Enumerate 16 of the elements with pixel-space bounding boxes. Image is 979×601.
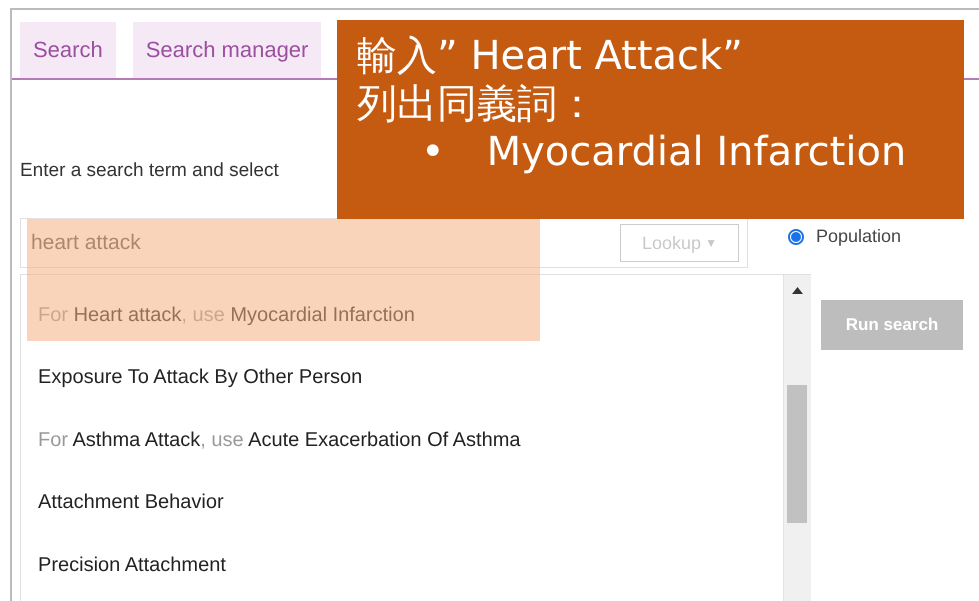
instruction-text: Enter a search term and select [20,160,280,182]
scroll-up-icon[interactable] [792,287,803,294]
suggestion-item[interactable]: For Asthma Attack, use Acute Exacerbation Of Asthma [38,428,520,452]
suggestion-item[interactable]: Exposure To Attack By Other Person [38,366,362,390]
suggestion-item[interactable]: Attachment Behavior [38,491,224,514]
scrollbar-thumb[interactable] [787,385,807,523]
tab[interactable]: Search [20,22,116,78]
callout-text: Myocardial Infarction [486,128,906,176]
radio-button[interactable] [788,228,804,244]
radio-label: Population [816,226,902,247]
bullet-icon: • [421,128,445,176]
scrollbar[interactable] [783,275,811,601]
callout-text: 列出同義詞： [357,80,598,128]
callout-text: 輸入” Heart Attack” [357,32,744,80]
tab[interactable]: Search manager [132,22,322,78]
suggestion-item[interactable]: Precision Attachment [38,554,226,577]
